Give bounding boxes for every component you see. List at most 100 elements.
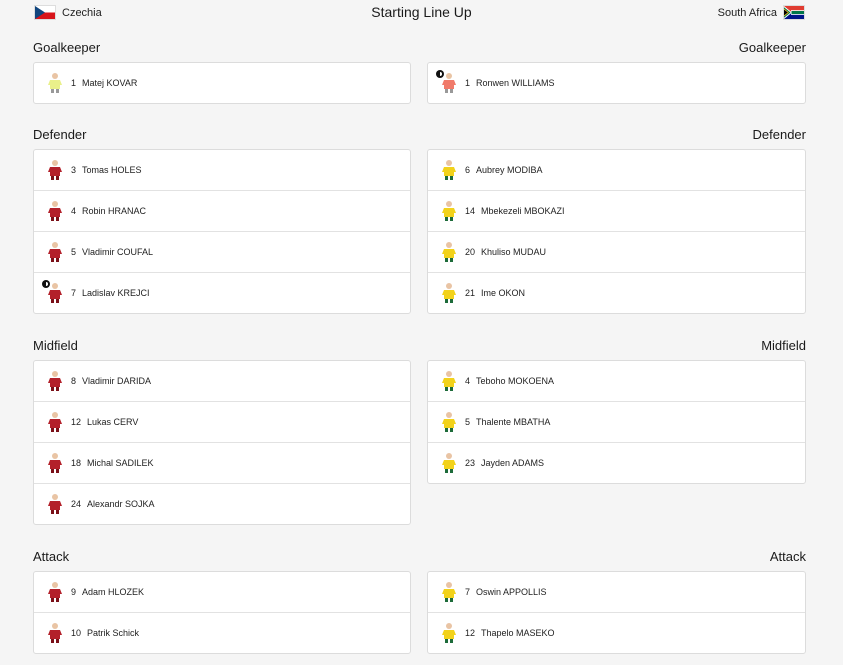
player-row[interactable]: 1 Ronwen WILLIAMS [428,63,805,103]
player-kit-icon [441,452,457,474]
player-kit-icon [47,411,63,433]
away-team-name: South Africa [717,6,777,19]
away-section-title: Midfield [761,338,806,353]
away-midfield-list: 4 Teboho MOKOENA 5 Thalente MBATHA 23 Jayden … [427,360,806,484]
player-kit-icon [47,200,63,222]
player-row[interactable]: 7 Oswin APPOLLIS [428,572,805,613]
player-number: 7 [71,288,77,298]
home-section-title: Goalkeeper [33,40,101,55]
player-row[interactable]: 9 Adam HLOZEK [34,572,410,613]
home-defender-list: 3 Tomas HOLES 4 Robin HRANAC 5 Vladimir COUFA… [33,149,411,314]
player-row[interactable]: 21 Ime OKON [428,273,805,313]
player-number: 12 [71,417,82,427]
player-row[interactable]: 12 Thapelo MASEKO [428,613,805,653]
player-number: 4 [465,376,471,386]
player-number: 1 [465,78,471,88]
player-row[interactable]: 20 Khuliso MUDAU [428,232,805,273]
player-kit-icon [441,159,457,181]
lineup-header: Czechia Starting Line Up South Africa [0,0,843,26]
player-name: Lukas CERV [87,417,139,427]
player-name: Mbekezeli MBOKAZI [481,206,565,216]
home-midfield-list: 8 Vladimir DARIDA 12 Lukas CERV 18 Michal SAD… [33,360,411,525]
player-kit-icon [441,200,457,222]
player-name: Robin HRANAC [82,206,147,216]
player-number: 20 [465,247,476,257]
player-name: Vladimir DARIDA [82,376,152,386]
player-number: 6 [465,165,471,175]
player-row[interactable]: 6 Aubrey MODIBA [428,150,805,191]
page-title: Starting Line Up [371,4,472,20]
player-row[interactable]: 7 Ladislav KREJCI [34,273,410,313]
away-section-title: Defender [752,127,806,142]
player-kit-icon [47,622,63,644]
player-number: 9 [71,587,77,597]
player-name: Patrik Schick [87,628,140,638]
captain-icon [436,70,444,78]
player-name: Thapelo MASEKO [481,628,555,638]
player-name: Adam HLOZEK [82,587,145,597]
home-goalkeeper-list: 1 Matej KOVAR [33,62,411,104]
away-defender-list: 6 Aubrey MODIBA 14 Mbekezeli MBOKAZI 20 Khuli… [427,149,806,314]
player-row[interactable]: 10 Patrik Schick [34,613,410,653]
player-row[interactable]: 3 Tomas HOLES [34,150,410,191]
player-row[interactable]: 4 Teboho MOKOENA [428,361,805,402]
player-row[interactable]: 8 Vladimir DARIDA [34,361,410,402]
player-number: 4 [71,206,77,216]
player-row[interactable]: 18 Michal SADILEK [34,443,410,484]
player-number: 21 [465,288,476,298]
away-team[interactable]: South Africa [718,5,805,20]
away-section-title: Goalkeeper [738,40,806,55]
player-name: Jayden ADAMS [481,458,545,468]
player-name: Ladislav KREJCI [82,288,150,298]
home-section-title: Midfield [33,338,78,353]
player-kit-icon [47,241,63,263]
player-number: 12 [465,628,476,638]
player-name: Tomas HOLES [82,165,142,175]
player-row[interactable]: 23 Jayden ADAMS [428,443,805,483]
player-name: Aubrey MODIBA [476,165,543,175]
player-number: 1 [71,78,77,88]
player-number: 18 [71,458,82,468]
home-section-title: Attack [33,549,70,564]
player-kit-icon [441,622,457,644]
player-kit-icon [441,581,457,603]
player-number: 7 [465,587,471,597]
player-number: 8 [71,376,77,386]
player-kit-icon [47,581,63,603]
player-row[interactable]: 1 Matej KOVAR [34,63,410,103]
player-row[interactable]: 12 Lukas CERV [34,402,410,443]
player-name: Vladimir COUFAL [82,247,154,257]
player-kit-icon [441,282,457,304]
away-section-title: Attack [769,549,806,564]
south-africa-flag-icon [783,5,805,20]
player-kit-icon [441,411,457,433]
player-kit-icon [47,370,63,392]
player-name: Oswin APPOLLIS [476,587,547,597]
player-row[interactable]: 14 Mbekezeli MBOKAZI [428,191,805,232]
player-name: Khuliso MUDAU [481,247,547,257]
player-row[interactable]: 5 Thalente MBATHA [428,402,805,443]
player-number: 5 [465,417,471,427]
player-number: 10 [71,628,82,638]
home-attack-list: 9 Adam HLOZEK 10 Patrik Schick [33,571,411,654]
away-attack-list: 7 Oswin APPOLLIS 12 Thapelo MASEKO [427,571,806,654]
player-number: 14 [465,206,476,216]
player-number: 24 [71,499,82,509]
player-row[interactable]: 4 Robin HRANAC [34,191,410,232]
player-row[interactable]: 5 Vladimir COUFAL [34,232,410,273]
player-name: Ronwen WILLIAMS [476,78,555,88]
home-section-title: Defender [33,127,87,142]
player-kit-icon [441,241,457,263]
player-kit-icon [47,72,63,94]
player-kit-icon [47,159,63,181]
captain-icon [42,280,50,288]
player-number: 23 [465,458,476,468]
horizontal-scrollbar[interactable] [0,657,843,665]
player-name: Teboho MOKOENA [476,376,555,386]
player-kit-icon [47,493,63,515]
player-row[interactable]: 24 Alexandr SOJKA [34,484,410,524]
player-number: 5 [71,247,77,257]
player-name: Matej KOVAR [82,78,138,88]
player-name: Thalente MBATHA [476,417,551,427]
away-goalkeeper-list: 1 Ronwen WILLIAMS [427,62,806,104]
